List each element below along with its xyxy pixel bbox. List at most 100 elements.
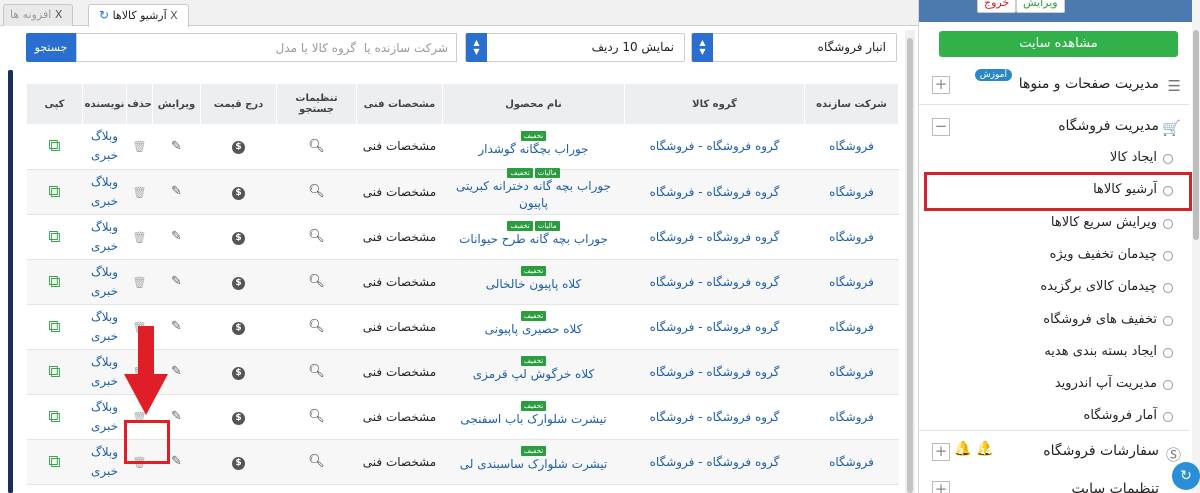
group-link[interactable]: گروه فروشگاه - فروشگاه bbox=[650, 230, 780, 244]
sidebar-item[interactable]: ویرایش سریع کالاها bbox=[919, 212, 1181, 236]
specs-link[interactable]: مشخصات فنی bbox=[363, 455, 436, 469]
maker-link[interactable]: فروشگاه bbox=[829, 230, 874, 244]
sidebar-item[interactable]: تخفیف های فروشگاه bbox=[919, 309, 1181, 333]
author-link[interactable]: وبلاگ خبری bbox=[91, 220, 118, 253]
product-name-link[interactable]: کلاه خرگوش لپ قرمزی bbox=[473, 367, 594, 381]
copy-icon[interactable]: ⧉ bbox=[48, 317, 60, 337]
specs-link[interactable]: مشخصات فنی bbox=[363, 139, 436, 153]
warehouse-select[interactable]: انبار فروشگاه ▲ ▼ bbox=[691, 33, 897, 62]
search-icon[interactable]: 🔍︎ bbox=[308, 184, 325, 199]
group-link[interactable]: گروه فروشگاه - فروشگاه bbox=[650, 185, 780, 199]
col-name[interactable]: نام محصول bbox=[442, 84, 625, 124]
price-icon[interactable]: $ bbox=[232, 411, 245, 425]
specs-link[interactable]: مشخصات فنی bbox=[363, 410, 436, 424]
col-group[interactable]: گروه کالا bbox=[624, 84, 805, 124]
tab-plugins[interactable]: X افزونه ها bbox=[3, 4, 74, 26]
group-link[interactable]: گروه فروشگاه - فروشگاه bbox=[650, 455, 780, 469]
edit-mode-button[interactable]: ویرایش bbox=[1016, 0, 1065, 13]
expand-icon[interactable]: + bbox=[932, 481, 950, 493]
chat-icon[interactable]: ↻ bbox=[1172, 462, 1200, 490]
close-tab-icon[interactable]: X bbox=[55, 8, 63, 21]
maker-link[interactable]: فروشگاه bbox=[829, 275, 874, 289]
product-name-link[interactable]: جوراب بچه گانه دخترانه کبریتی پاپیون bbox=[456, 179, 611, 210]
specs-link[interactable]: مشخصات فنی bbox=[363, 365, 436, 379]
tutorial-badge[interactable]: آموزش bbox=[974, 69, 1012, 81]
rows-per-page-select[interactable]: نمایش 10 ردیف ▲ ▼ bbox=[465, 33, 685, 62]
search-input[interactable] bbox=[76, 33, 457, 62]
specs-link[interactable]: مشخصات فنی bbox=[363, 230, 436, 244]
specs-link[interactable]: مشخصات فنی bbox=[363, 320, 436, 334]
author-link[interactable]: وبلاگ خبری bbox=[91, 310, 118, 343]
price-icon[interactable]: $ bbox=[232, 366, 245, 380]
main-scrollbar[interactable] bbox=[905, 30, 915, 493]
delete-icon[interactable]: 🗑︎ bbox=[133, 186, 147, 199]
section-next[interactable]: تنظیمات سایت + bbox=[919, 478, 1189, 493]
group-link[interactable]: گروه فروشگاه - فروشگاه bbox=[650, 275, 780, 289]
search-icon[interactable]: 🔍︎ bbox=[308, 319, 325, 334]
bell-icon[interactable]: 🔔 3 bbox=[954, 441, 972, 459]
price-icon[interactable]: $ bbox=[232, 186, 245, 200]
group-link[interactable]: گروه فروشگاه - فروشگاه bbox=[650, 139, 780, 153]
product-name-link[interactable]: تیشرت شلوارک ساسبندی لی bbox=[460, 457, 607, 471]
tab-product-archive[interactable]: X آرشیو کالاها ↻ bbox=[88, 4, 189, 27]
sidebar-item[interactable]: آمار فروشگاه bbox=[919, 405, 1181, 429]
maker-link[interactable]: فروشگاه bbox=[829, 320, 874, 334]
author-link[interactable]: وبلاگ خبری bbox=[91, 400, 118, 433]
bell-icon[interactable]: 🔔 14 bbox=[976, 441, 994, 459]
group-link[interactable]: گروه فروشگاه - فروشگاه bbox=[650, 320, 780, 334]
visit-site-button[interactable]: مشاهده سایت bbox=[939, 31, 1178, 57]
copy-icon[interactable]: ⧉ bbox=[48, 407, 60, 427]
specs-link[interactable]: مشخصات فنی bbox=[363, 185, 436, 199]
search-icon[interactable]: 🔍︎ bbox=[308, 454, 325, 469]
price-icon[interactable]: $ bbox=[232, 321, 245, 335]
edit-icon[interactable]: ✎ bbox=[171, 454, 182, 469]
maker-link[interactable]: فروشگاه bbox=[829, 455, 874, 469]
author-link[interactable]: وبلاگ خبری bbox=[91, 445, 118, 478]
author-link[interactable]: وبلاگ خبری bbox=[91, 355, 118, 388]
edit-icon[interactable]: ✎ bbox=[171, 409, 182, 424]
author-link[interactable]: وبلاگ خبری bbox=[91, 129, 118, 162]
copy-icon[interactable]: ⧉ bbox=[48, 136, 60, 156]
left-scrollbar[interactable] bbox=[8, 70, 13, 493]
specs-link[interactable]: مشخصات فنی bbox=[363, 275, 436, 289]
col-maker[interactable]: شرکت سازنده bbox=[804, 84, 899, 124]
refresh-icon[interactable]: ↻ bbox=[99, 8, 109, 22]
delete-icon[interactable]: 🗑︎ bbox=[133, 140, 147, 153]
expand-icon[interactable]: + bbox=[932, 76, 950, 94]
delete-icon[interactable]: 🗑︎ bbox=[133, 231, 147, 244]
product-name-link[interactable]: کلاه پاپیون خالخالی bbox=[486, 277, 582, 291]
edit-icon[interactable]: ✎ bbox=[171, 319, 182, 334]
search-icon[interactable]: 🔍︎ bbox=[308, 409, 325, 424]
maker-link[interactable]: فروشگاه bbox=[829, 185, 874, 199]
copy-icon[interactable]: ⧉ bbox=[48, 227, 60, 247]
group-link[interactable]: گروه فروشگاه - فروشگاه bbox=[650, 365, 780, 379]
logout-button[interactable]: خروج bbox=[977, 0, 1017, 13]
product-name-link[interactable]: کلاه حصیری پاپیونی bbox=[485, 322, 583, 336]
section-store-orders[interactable]: Ⓢ سفارشات فروشگاه 🔔 14 🔔 3 + bbox=[919, 440, 1189, 464]
sidebar-item[interactable]: چیدمان تخفیف ویژه bbox=[919, 244, 1181, 268]
product-name-link[interactable]: جوراب بچگانه گوشدار bbox=[478, 142, 588, 156]
collapse-icon[interactable]: − bbox=[932, 118, 950, 136]
copy-icon[interactable]: ⧉ bbox=[48, 272, 60, 292]
edit-icon[interactable]: ✎ bbox=[171, 139, 182, 154]
price-icon[interactable]: $ bbox=[232, 276, 245, 290]
edit-icon[interactable]: ✎ bbox=[171, 229, 182, 244]
group-link[interactable]: گروه فروشگاه - فروشگاه bbox=[650, 410, 780, 424]
maker-link[interactable]: فروشگاه bbox=[829, 139, 874, 153]
price-icon[interactable]: $ bbox=[232, 141, 245, 155]
search-icon[interactable]: 🔍︎ bbox=[308, 229, 325, 244]
author-link[interactable]: وبلاگ خبری bbox=[91, 175, 118, 208]
sidebar-item[interactable]: مدیریت آپ اندروید bbox=[919, 373, 1181, 397]
section-pages-menus[interactable]: ☰ مدیریت صفحات و منوها آموزش + bbox=[919, 69, 1189, 97]
copy-icon[interactable]: ⧉ bbox=[48, 452, 60, 472]
edit-icon[interactable]: ✎ bbox=[171, 274, 182, 289]
sidebar-item[interactable]: ایجاد کالا bbox=[919, 147, 1181, 171]
search-icon[interactable]: 🔍︎ bbox=[308, 274, 325, 289]
search-icon[interactable]: 🔍︎ bbox=[308, 364, 325, 379]
product-name-link[interactable]: جوراب بچه گانه طرح حیوانات bbox=[459, 232, 608, 246]
maker-link[interactable]: فروشگاه bbox=[829, 365, 874, 379]
edit-icon[interactable]: ✎ bbox=[171, 364, 182, 379]
sidebar-scrollbar[interactable] bbox=[1192, 0, 1200, 493]
author-link[interactable]: وبلاگ خبری bbox=[91, 265, 118, 298]
edit-icon[interactable]: ✎ bbox=[171, 184, 182, 199]
